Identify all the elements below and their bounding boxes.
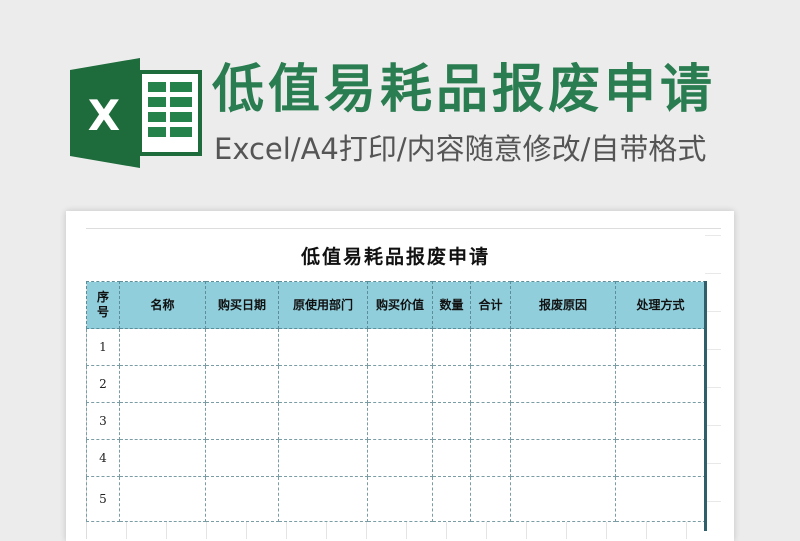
column-header-total[interactable]: 合计 — [470, 281, 511, 329]
table-cell[interactable] — [470, 439, 511, 477]
column-header-scrap-reason[interactable]: 报废原因 — [510, 281, 616, 329]
row-number[interactable]: 1 — [86, 328, 120, 366]
table-cell[interactable] — [278, 365, 368, 403]
table-cell[interactable] — [470, 328, 511, 366]
excel-logo-letter: X — [88, 91, 120, 140]
page-title: 低值易耗品报废申请 — [212, 60, 717, 120]
table-cell[interactable] — [367, 476, 433, 522]
table-cell[interactable] — [367, 439, 433, 477]
table-cell[interactable] — [432, 439, 471, 477]
table-cell[interactable] — [278, 402, 368, 440]
scrap-request-table: 序号 名称 购买日期 原使用部门 购买价值 数量 合计 报废原因 处理方式 1 … — [86, 281, 706, 522]
column-header-quantity[interactable]: 数量 — [432, 281, 471, 329]
table-right-border — [704, 281, 707, 531]
table-cell[interactable] — [510, 439, 616, 477]
excel-logo-icon: X — [70, 58, 202, 168]
sheet-title: 低值易耗品报废申请 — [300, 245, 490, 268]
table-cell[interactable] — [615, 439, 706, 477]
table-cell[interactable] — [615, 328, 706, 366]
column-header-purchase-value[interactable]: 购买价值 — [367, 281, 433, 329]
page-subtitle: Excel/A4打印/内容随意修改/自带格式 — [214, 132, 707, 166]
table-cell[interactable] — [367, 328, 433, 366]
table-cell[interactable] — [119, 328, 206, 366]
table-cell[interactable] — [470, 365, 511, 403]
column-header-purchase-date[interactable]: 购买日期 — [205, 281, 279, 329]
table-cell[interactable] — [510, 476, 616, 522]
table-cell[interactable] — [432, 328, 471, 366]
table-cell[interactable] — [367, 402, 433, 440]
table-cell[interactable] — [119, 402, 206, 440]
table-cell[interactable] — [278, 328, 368, 366]
table-cell[interactable] — [205, 402, 279, 440]
column-header-department[interactable]: 原使用部门 — [278, 281, 368, 329]
table-cell[interactable] — [205, 328, 279, 366]
table-cell[interactable] — [205, 476, 279, 522]
table-cell[interactable] — [205, 365, 279, 403]
table-cell[interactable] — [205, 439, 279, 477]
table-row: 4 — [86, 439, 706, 477]
table-cell[interactable] — [278, 476, 368, 522]
table-cell[interactable] — [510, 328, 616, 366]
table-row: 5 — [86, 476, 706, 522]
row-number[interactable]: 5 — [86, 476, 120, 522]
column-header-disposal[interactable]: 处理方式 — [615, 281, 706, 329]
column-header-name[interactable]: 名称 — [119, 281, 206, 329]
table-cell[interactable] — [432, 476, 471, 522]
table-cell[interactable] — [615, 365, 706, 403]
table-cell[interactable] — [510, 365, 616, 403]
table-cell[interactable] — [367, 365, 433, 403]
row-number[interactable]: 3 — [86, 402, 120, 440]
sheet-title-row: 低值易耗品报废申请 — [86, 229, 705, 281]
table-row: 2 — [86, 365, 706, 403]
column-header-no[interactable]: 序号 — [86, 281, 120, 329]
table-row: 1 — [86, 328, 706, 366]
table-cell[interactable] — [615, 402, 706, 440]
table-cell[interactable] — [119, 439, 206, 477]
table-cell[interactable] — [470, 476, 511, 522]
table-cell[interactable] — [119, 365, 206, 403]
row-number[interactable]: 2 — [86, 365, 120, 403]
table-cell[interactable] — [278, 439, 368, 477]
table-cell[interactable] — [615, 476, 706, 522]
row-number[interactable]: 4 — [86, 439, 120, 477]
table-cell[interactable] — [470, 402, 511, 440]
table-cell[interactable] — [432, 365, 471, 403]
table-cell[interactable] — [432, 402, 471, 440]
table-cell[interactable] — [510, 402, 616, 440]
table-header-row: 序号 名称 购买日期 原使用部门 购买价值 数量 合计 报废原因 处理方式 — [86, 281, 706, 329]
table-row: 3 — [86, 402, 706, 440]
table-cell[interactable] — [119, 476, 206, 522]
